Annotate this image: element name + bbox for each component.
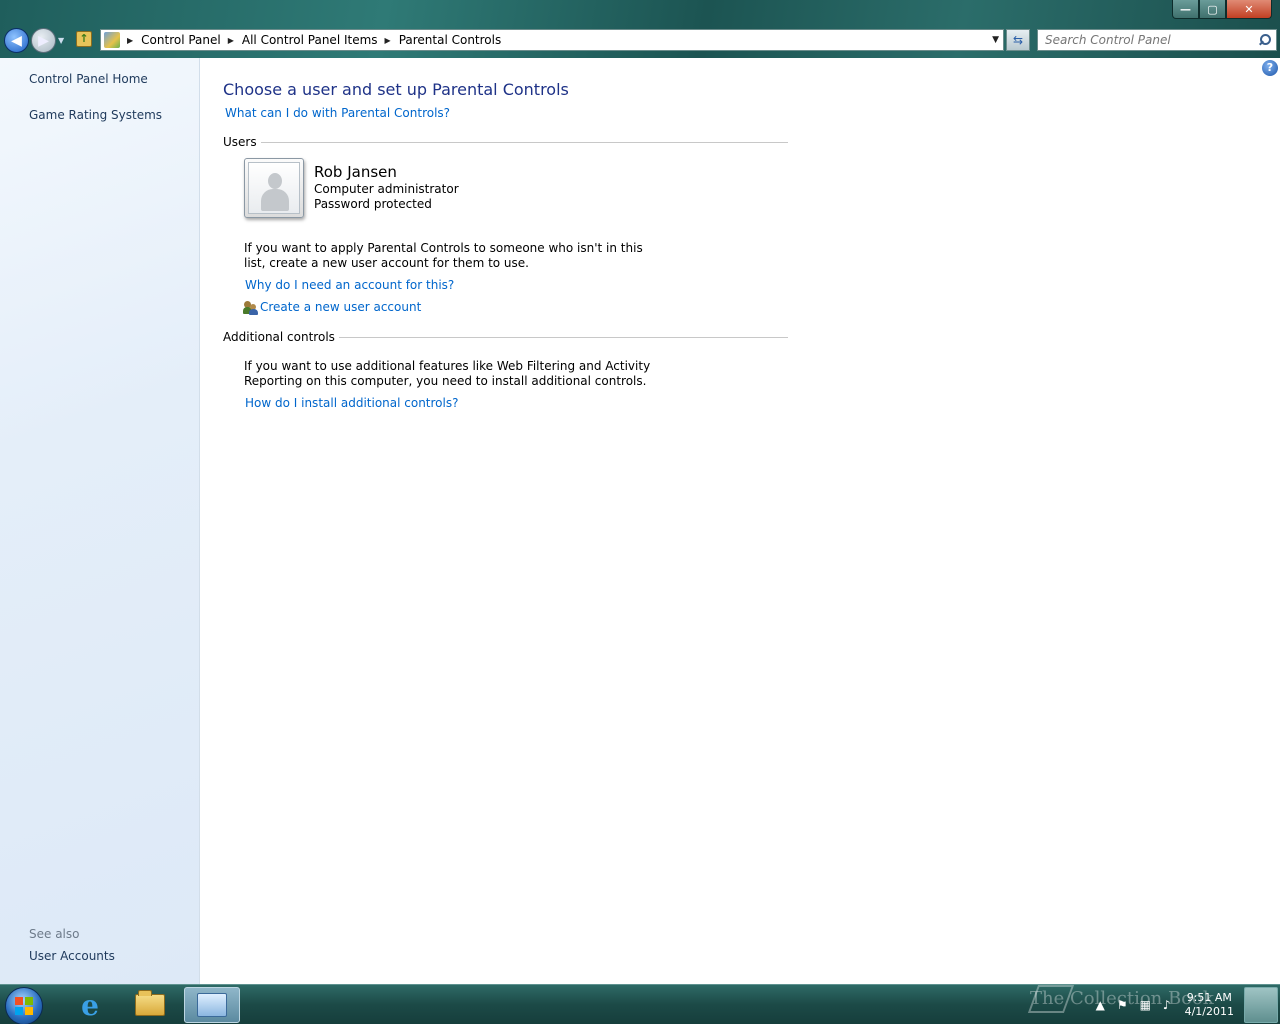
minimize-button[interactable]: — — [1172, 0, 1199, 19]
taskbar-control-panel[interactable] — [184, 987, 240, 1023]
forward-button[interactable]: ▶ — [31, 28, 56, 53]
user-password-status: Password protected — [314, 197, 432, 211]
section-divider — [260, 141, 788, 143]
show-desktop-button[interactable] — [1244, 987, 1278, 1023]
breadcrumb-chevron-icon[interactable]: ▶ — [385, 36, 391, 45]
page-title: Choose a user and set up Parental Contro… — [223, 80, 569, 99]
user-name[interactable]: Rob Jansen — [314, 163, 397, 181]
breadcrumb-chevron-icon[interactable]: ▶ — [127, 36, 133, 45]
search-icon[interactable] — [1258, 33, 1272, 47]
watermark-text: The Collection Book — [1030, 988, 1214, 1009]
maximize-button[interactable]: ▢ — [1199, 0, 1226, 19]
control-panel-icon — [104, 32, 120, 48]
taskbar-windows-explorer[interactable] — [122, 987, 178, 1023]
what-can-i-do-link[interactable]: What can I do with Parental Controls? — [225, 106, 450, 120]
install-additional-controls-link[interactable]: How do I install additional controls? — [245, 396, 458, 410]
why-account-link[interactable]: Why do I need an account for this? — [245, 278, 454, 292]
close-button[interactable]: ✕ — [1226, 0, 1272, 19]
additional-controls-section-header: Additional controls — [223, 330, 788, 344]
additional-controls-label: Additional controls — [223, 330, 335, 344]
refresh-button[interactable]: ⇆ — [1006, 29, 1030, 51]
add-user-instructions: If you want to apply Parental Controls t… — [244, 241, 643, 270]
help-icon[interactable]: ? — [1262, 60, 1278, 76]
taskbar-internet-explorer[interactable]: e — [62, 987, 118, 1023]
see-also-label: See also — [29, 927, 80, 941]
recent-pages-dropdown[interactable]: ▼ — [58, 36, 64, 45]
back-button[interactable]: ◀ — [4, 28, 29, 53]
search-input[interactable] — [1045, 33, 1258, 47]
users-section-label: Users — [223, 135, 257, 149]
window-titlebar: — ▢ ✕ ◀ ▶ ▼ ↑ ▶ Control Panel ▶ All Cont… — [0, 0, 1280, 58]
up-level-icon[interactable]: ↑ — [76, 31, 92, 47]
control-panel-icon — [197, 993, 227, 1017]
user-avatar-icon — [248, 162, 300, 214]
additional-controls-description: If you want to use additional features l… — [244, 359, 651, 388]
address-bar[interactable]: ▶ Control Panel ▶ All Control Panel Item… — [100, 29, 1004, 51]
section-divider — [338, 336, 788, 338]
create-user-icon — [243, 301, 259, 315]
refresh-icon: ⇆ — [1012, 33, 1024, 47]
breadcrumb-parental-controls[interactable]: Parental Controls — [399, 33, 502, 47]
control-panel-home-link[interactable]: Control Panel Home — [29, 72, 148, 86]
search-box[interactable] — [1037, 29, 1277, 51]
internet-explorer-icon: e — [81, 988, 99, 1022]
caption-buttons: — ▢ ✕ — [1172, 0, 1272, 19]
breadcrumb-control-panel[interactable]: Control Panel — [141, 33, 221, 47]
breadcrumb-all-items[interactable]: All Control Panel Items — [242, 33, 378, 47]
user-role: Computer administrator — [314, 182, 459, 196]
create-new-user-account-link[interactable]: Create a new user account — [260, 300, 421, 314]
breadcrumb-chevron-icon[interactable]: ▶ — [228, 36, 234, 45]
navigation-pane: Control Panel Home Game Rating Systems S… — [0, 58, 200, 984]
users-section-header: Users — [223, 135, 788, 149]
address-dropdown-icon[interactable]: ▼ — [992, 35, 999, 45]
windows-logo-icon — [15, 997, 23, 1005]
game-rating-systems-link[interactable]: Game Rating Systems — [29, 108, 162, 122]
user-accounts-link[interactable]: User Accounts — [29, 949, 115, 963]
windows-explorer-icon — [135, 990, 165, 1016]
start-button[interactable] — [5, 987, 43, 1024]
user-avatar-tile[interactable] — [244, 158, 304, 218]
forward-arrow-icon: ▶ — [38, 32, 49, 49]
back-arrow-icon: ◀ — [11, 32, 22, 49]
main-content: ? Choose a user and set up Parental Cont… — [200, 58, 1280, 984]
